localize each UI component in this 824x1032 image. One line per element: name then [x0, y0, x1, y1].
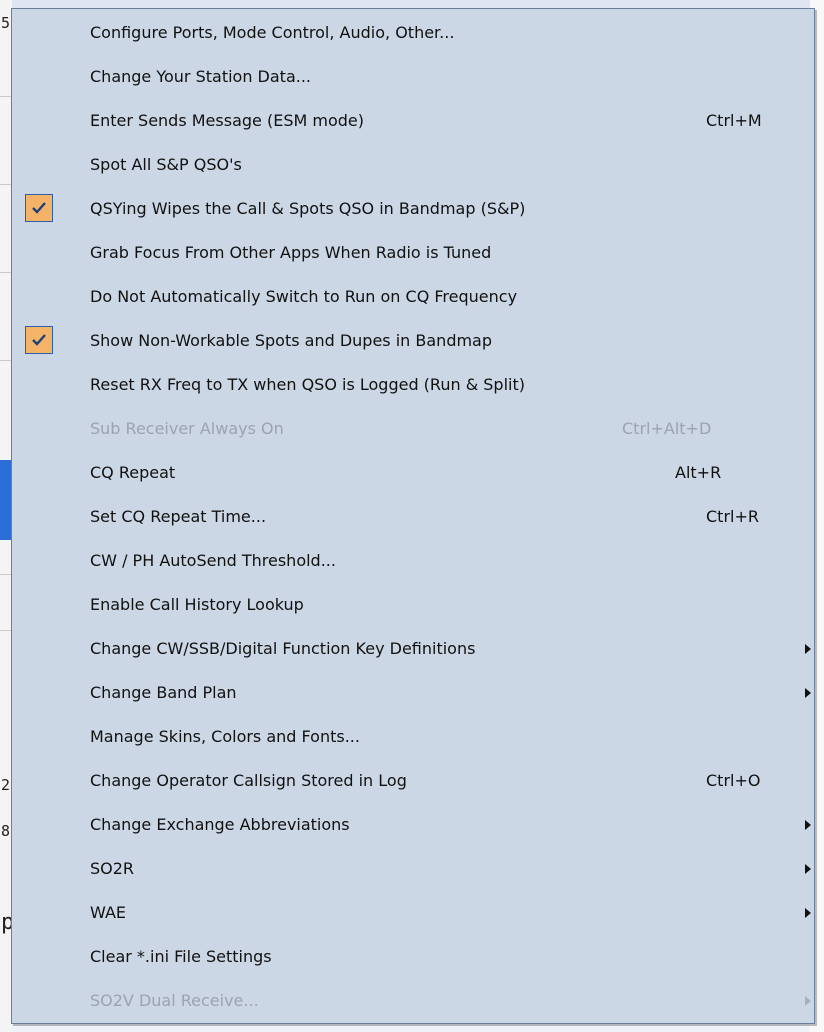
- menu-item-qsying-wipes-the-call-spots-qso-in-bandmap-s-p[interactable]: QSYing Wipes the Call & Spots QSO in Ban…: [12, 187, 814, 231]
- menu-item-enable-call-history-lookup[interactable]: Enable Call History Lookup: [12, 583, 814, 627]
- menu-item-label: QSYing Wipes the Call & Spots QSO in Ban…: [90, 199, 526, 218]
- menu-item-spot-all-s-p-qso-s[interactable]: Spot All S&P QSO's: [12, 143, 814, 187]
- menu-item-change-exchange-abbreviations[interactable]: Change Exchange Abbreviations: [12, 803, 814, 847]
- config-context-menu: Configure Ports, Mode Control, Audio, Ot…: [11, 8, 815, 1024]
- menu-item-change-band-plan[interactable]: Change Band Plan: [12, 671, 814, 715]
- menu-item-label: Enable Call History Lookup: [90, 595, 304, 614]
- background-text-fragment: 8: [1, 822, 11, 840]
- menu-item-label: Change Your Station Data...: [90, 67, 312, 86]
- submenu-arrow-icon: [805, 644, 811, 654]
- menu-item-label: Configure Ports, Mode Control, Audio, Ot…: [90, 23, 455, 42]
- menu-item-wae[interactable]: WAE: [12, 891, 814, 935]
- menu-item-shortcut: Ctrl+Alt+D: [622, 419, 712, 438]
- menu-item-cw-ph-autosend-threshold[interactable]: CW / PH AutoSend Threshold...: [12, 539, 814, 583]
- background-text-fragment: 2: [1, 776, 11, 794]
- menu-item-label: Reset RX Freq to TX when QSO is Logged (…: [90, 375, 525, 394]
- checkmark-icon: [25, 326, 53, 354]
- menu-item-label: Show Non-Workable Spots and Dupes in Ban…: [90, 331, 493, 350]
- menu-item-clear-ini-file-settings[interactable]: Clear *.ini File Settings: [12, 935, 814, 979]
- menu-item-do-not-automatically-switch-to-run-on-cq-frequency[interactable]: Do Not Automatically Switch to Run on CQ…: [12, 275, 814, 319]
- menu-item-label: CQ Repeat: [90, 463, 176, 482]
- menu-item-label: Clear *.ini File Settings: [90, 947, 272, 966]
- menu-item-cq-repeat[interactable]: CQ Repeat Alt+R: [12, 451, 814, 495]
- menu-item-reset-rx-freq-to-tx-when-qso-is-logged-run-split[interactable]: Reset RX Freq to TX when QSO is Logged (…: [12, 363, 814, 407]
- menu-item-show-non-workable-spots-and-dupes-in-bandmap[interactable]: Show Non-Workable Spots and Dupes in Ban…: [12, 319, 814, 363]
- menu-item-label: Change Operator Callsign Stored in Log: [90, 771, 407, 790]
- menu-item-label: Sub Receiver Always On: [90, 419, 284, 438]
- menu-item-shortcut: Ctrl+R: [706, 507, 759, 526]
- submenu-arrow-icon: [805, 864, 811, 874]
- menu-item-shortcut: Ctrl+M: [706, 111, 762, 130]
- menu-item-change-cw-ssb-digital-function-key-definitions[interactable]: Change CW/SSB/Digital Function Key Defin…: [12, 627, 814, 671]
- menu-item-label: Manage Skins, Colors and Fonts...: [90, 727, 360, 746]
- menu-item-shortcut: Alt+R: [675, 463, 722, 482]
- menu-item-change-your-station-data[interactable]: Change Your Station Data...: [12, 55, 814, 99]
- menu-item-label: Change Band Plan: [90, 683, 237, 702]
- submenu-arrow-icon: [805, 908, 811, 918]
- menu-item-label: Spot All S&P QSO's: [90, 155, 242, 174]
- checkmark-icon: [25, 194, 53, 222]
- submenu-arrow-icon: [805, 820, 811, 830]
- menu-item-label: Enter Sends Message (ESM mode): [90, 111, 364, 130]
- menu-item-label: Set CQ Repeat Time...: [90, 507, 267, 526]
- menu-item-label: CW / PH AutoSend Threshold...: [90, 551, 336, 570]
- menu-item-set-cq-repeat-time[interactable]: Set CQ Repeat Time... Ctrl+R: [12, 495, 814, 539]
- menu-item-manage-skins-colors-and-fonts[interactable]: Manage Skins, Colors and Fonts...: [12, 715, 814, 759]
- menu-item-so2r[interactable]: SO2R: [12, 847, 814, 891]
- menu-item-label: Do Not Automatically Switch to Run on CQ…: [90, 287, 518, 306]
- menu-item-enter-sends-message-esm-mode[interactable]: Enter Sends Message (ESM mode) Ctrl+M: [12, 99, 814, 143]
- menu-item-label: Grab Focus From Other Apps When Radio is…: [90, 243, 492, 262]
- menu-item-sub-receiver-always-on: Sub Receiver Always On Ctrl+Alt+D: [12, 407, 814, 451]
- submenu-arrow-icon: [805, 688, 811, 698]
- menu-item-label: SO2V Dual Receive...: [90, 991, 259, 1010]
- menu-item-label: Change Exchange Abbreviations: [90, 815, 350, 834]
- menu-item-label: WAE: [90, 903, 126, 922]
- menu-item-shortcut: Ctrl+O: [706, 771, 761, 790]
- menu-item-configure-ports-mode-control-audio-other[interactable]: Configure Ports, Mode Control, Audio, Ot…: [12, 11, 814, 55]
- menu-item-grab-focus-from-other-apps-when-radio-is-tuned[interactable]: Grab Focus From Other Apps When Radio is…: [12, 231, 814, 275]
- menu-item-so2v-dual-receive: SO2V Dual Receive...: [12, 979, 814, 1023]
- menu-item-change-operator-callsign-stored-in-log[interactable]: Change Operator Callsign Stored in Log Ct…: [12, 759, 814, 803]
- submenu-arrow-icon: [805, 996, 811, 1006]
- menu-item-label: SO2R: [90, 859, 135, 878]
- menu-item-label: Change CW/SSB/Digital Function Key Defin…: [90, 639, 476, 658]
